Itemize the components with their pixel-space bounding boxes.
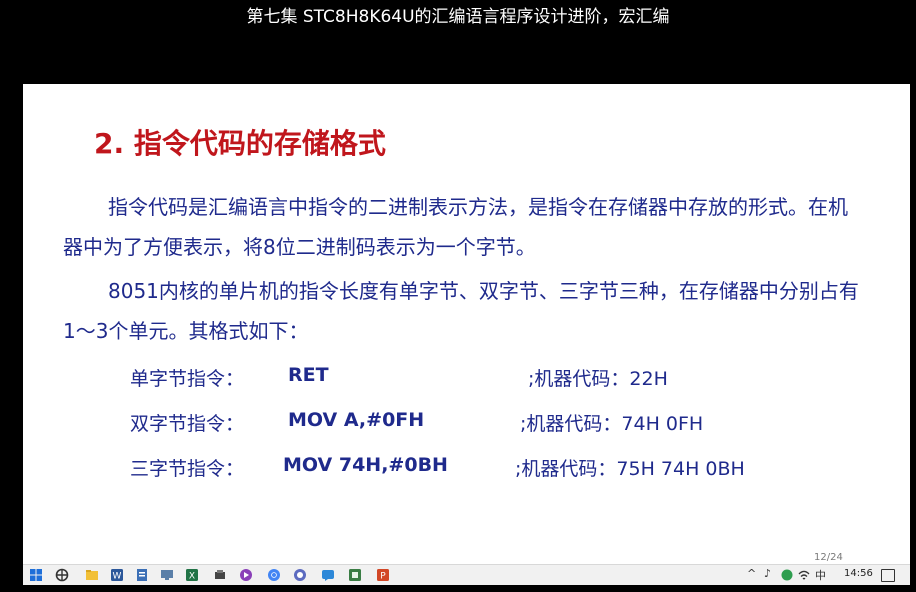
video-title: 第七集 STC8H8K64U的汇编语言程序设计进阶，宏汇编 — [246, 7, 670, 27]
slide-heading: 2. 指令代码的存储格式 — [94, 127, 386, 160]
paragraph-instruction-length: 8051内核的单片机的指令长度有单字节、双字节、三字节三种，在存储器中分别占有1… — [63, 271, 863, 351]
document-app-icon[interactable] — [135, 568, 149, 582]
input-method-icon[interactable]: 中 — [815, 567, 826, 583]
chat-app-icon[interactable] — [321, 568, 335, 582]
svg-text:P: P — [380, 572, 386, 582]
file-explorer-icon[interactable] — [85, 568, 99, 582]
instruction-code: MOV A,#0FH — [288, 409, 425, 431]
windows-start-icon[interactable] — [29, 568, 43, 582]
app-green-icon[interactable] — [348, 568, 362, 582]
machine-code: ;机器代码：22H — [528, 368, 668, 390]
circle-app-icon[interactable] — [293, 568, 307, 582]
windows-taskbar: W X P ^ ♪ 中 14:56 — [23, 564, 910, 585]
network-tray-icon[interactable] — [797, 568, 811, 582]
pinwheel-app-icon[interactable] — [55, 568, 69, 582]
machine-code: ;机器代码：75H 74H 0BH — [515, 458, 745, 480]
tools-app-icon[interactable] — [213, 568, 227, 582]
excel-icon[interactable]: X — [185, 568, 199, 582]
volume-icon[interactable]: ♪ — [764, 567, 771, 580]
paragraph-1-text: 指令代码是汇编语言中指令的二进制表示方法，是指令在存储器中存放的形式。在机器中为… — [63, 195, 848, 259]
presentation-slide: 2. 指令代码的存储格式 指令代码是汇编语言中指令的二进制表示方法，是指令在存储… — [23, 84, 910, 564]
monitor-app-icon[interactable] — [160, 568, 174, 582]
machine-code: ;机器代码：74H 0FH — [520, 413, 704, 435]
tray-expand-icon[interactable]: ^ — [747, 567, 756, 580]
word-icon[interactable]: W — [110, 568, 124, 582]
instruction-code: RET — [288, 364, 329, 386]
chrome-icon[interactable] — [267, 568, 281, 582]
instruction-label: 单字节指令： — [130, 368, 245, 390]
instruction-code: MOV 74H,#0BH — [283, 454, 448, 476]
paragraph-instruction-code: 指令代码是汇编语言中指令的二进制表示方法，是指令在存储器中存放的形式。在机器中为… — [63, 187, 863, 267]
taskbar-clock[interactable]: 14:56 — [844, 568, 873, 579]
media-app-icon[interactable] — [239, 568, 253, 582]
paragraph-2-text: 8051内核的单片机的指令长度有单字节、双字节、三字节三种，在存储器中分别占有1… — [63, 279, 859, 343]
svg-text:X: X — [189, 572, 195, 582]
slide-page-number: 12/24 — [814, 552, 843, 563]
powerpoint-icon[interactable]: P — [376, 568, 390, 582]
notification-icon[interactable] — [881, 569, 895, 582]
security-tray-icon[interactable] — [780, 568, 794, 582]
instruction-label: 三字节指令： — [130, 458, 245, 480]
svg-text:W: W — [113, 572, 122, 582]
instruction-label: 双字节指令： — [130, 413, 245, 435]
